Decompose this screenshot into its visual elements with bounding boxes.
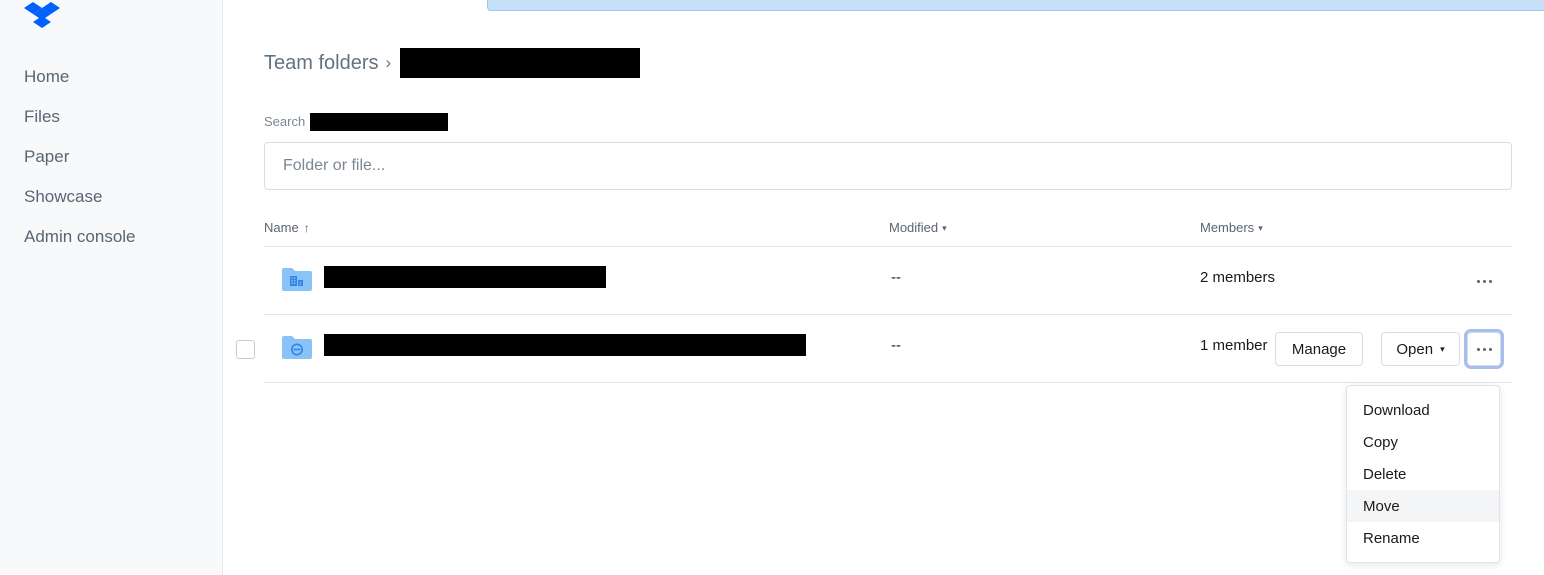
cell-modified: -- <box>891 337 901 354</box>
sidebar: Home Files Paper Showcase Admin console <box>0 0 223 575</box>
sidebar-item-home[interactable]: Home <box>0 57 222 97</box>
manage-button[interactable]: Manage <box>1275 332 1363 366</box>
breadcrumb-separator-icon: › <box>385 53 392 72</box>
sidebar-item-paper[interactable]: Paper <box>0 137 222 177</box>
sort-asc-icon: ↑ <box>303 221 310 235</box>
column-header-name[interactable]: Name ↑ <box>264 219 310 237</box>
ellipsis-icon <box>1476 279 1492 283</box>
open-button[interactable]: Open ▾ <box>1381 332 1460 366</box>
table-row[interactable]: -- 1 member Manage Open ▾ <box>236 315 1512 383</box>
breadcrumb: Team folders › <box>264 48 641 78</box>
search-input[interactable] <box>264 142 1512 190</box>
column-header-name-label: Name <box>264 220 299 235</box>
sidebar-item-admin-console[interactable]: Admin console <box>0 217 222 257</box>
cell-members: 1 member <box>1200 337 1268 354</box>
restricted-folder-icon <box>282 335 312 361</box>
search-scope-redacted <box>310 113 449 131</box>
open-button-label: Open <box>1396 340 1434 358</box>
folder-name-redacted <box>324 334 806 356</box>
cell-modified: -- <box>891 269 901 286</box>
ellipsis-icon <box>1476 347 1492 351</box>
chevron-down-icon: ▾ <box>1258 223 1263 233</box>
team-folder-icon <box>282 267 312 293</box>
table-header-row: Name ↑ Modified ▾ Members ▾ <box>264 215 1512 247</box>
top-notification-banner[interactable] <box>487 0 1544 11</box>
row-overflow-menu-button[interactable] <box>1467 332 1501 366</box>
menu-item-rename[interactable]: Rename <box>1347 522 1499 554</box>
chevron-down-icon: ▾ <box>942 223 947 233</box>
column-header-modified[interactable]: Modified ▾ <box>889 219 947 237</box>
sidebar-nav: Home Files Paper Showcase Admin console <box>0 57 222 257</box>
sidebar-item-showcase[interactable]: Showcase <box>0 177 222 217</box>
chevron-down-icon: ▾ <box>1440 343 1445 354</box>
row-select-checkbox[interactable] <box>236 340 255 359</box>
dropbox-team-folders-page: Home Files Paper Showcase Admin console … <box>0 0 1544 575</box>
column-header-members[interactable]: Members ▾ <box>1200 219 1263 237</box>
menu-item-delete[interactable]: Delete <box>1347 458 1499 490</box>
sidebar-item-files[interactable]: Files <box>0 97 222 137</box>
folders-table: Name ↑ Modified ▾ Members ▾ -- 2 members… <box>236 215 1512 383</box>
row-context-menu: Download Copy Delete Move Rename <box>1346 385 1500 563</box>
table-row[interactable]: -- 2 members <box>264 247 1512 315</box>
column-header-members-label: Members <box>1200 220 1255 235</box>
column-header-modified-label: Modified <box>889 220 939 235</box>
menu-item-download[interactable]: Download <box>1347 394 1499 426</box>
breadcrumb-current-redacted <box>400 48 641 78</box>
search-label: Search <box>264 114 306 129</box>
cell-members: 2 members <box>1200 269 1276 286</box>
menu-item-move[interactable]: Move <box>1347 490 1499 522</box>
row-overflow-menu-button[interactable] <box>1467 264 1501 298</box>
breadcrumb-team-folders[interactable]: Team folders <box>264 50 379 76</box>
menu-item-copy[interactable]: Copy <box>1347 426 1499 458</box>
folder-name-redacted <box>324 266 606 288</box>
search-label-row: Search <box>264 112 449 132</box>
dropbox-logo[interactable] <box>24 0 60 34</box>
